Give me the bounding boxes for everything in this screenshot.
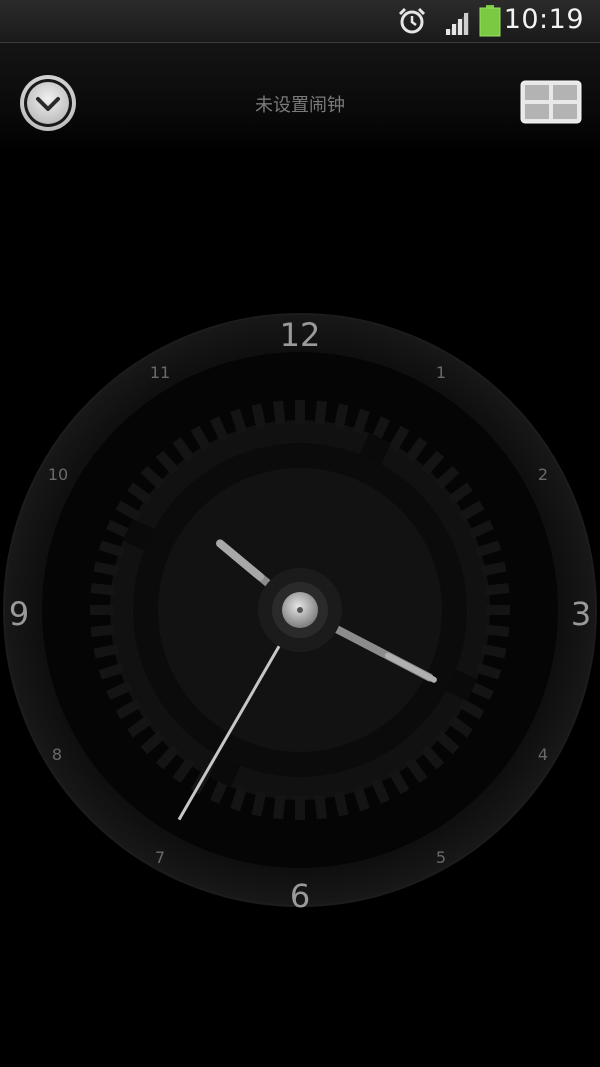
status-bar: 10:19 <box>0 0 600 43</box>
header-bar: 未设置闹钟 <box>0 43 600 153</box>
signal-strength-icon <box>445 11 469 35</box>
numeral-8: 8 <box>52 745 62 764</box>
numeral-1: 1 <box>436 363 446 382</box>
numeral-12: 12 <box>280 316 321 354</box>
status-time: 10:19 <box>503 4 584 35</box>
numeral-6: 6 <box>290 877 310 910</box>
numeral-7: 7 <box>155 848 165 867</box>
analog-clock: 12 3 6 9 1 2 4 5 7 8 10 11 <box>3 313 597 910</box>
numeral-11: 11 <box>150 363 170 382</box>
numeral-5: 5 <box>436 848 446 867</box>
numeral-4: 4 <box>538 745 548 764</box>
numeral-3: 3 <box>571 595 591 633</box>
alarm-status-title: 未设置闹钟 <box>255 95 345 116</box>
alarm-clock-icon <box>398 7 426 34</box>
battery-icon <box>479 5 501 37</box>
numeral-10: 10 <box>48 465 68 484</box>
grid-layout-icon[interactable] <box>520 80 582 124</box>
numeral-2: 2 <box>538 465 548 484</box>
numeral-9: 9 <box>9 595 29 633</box>
